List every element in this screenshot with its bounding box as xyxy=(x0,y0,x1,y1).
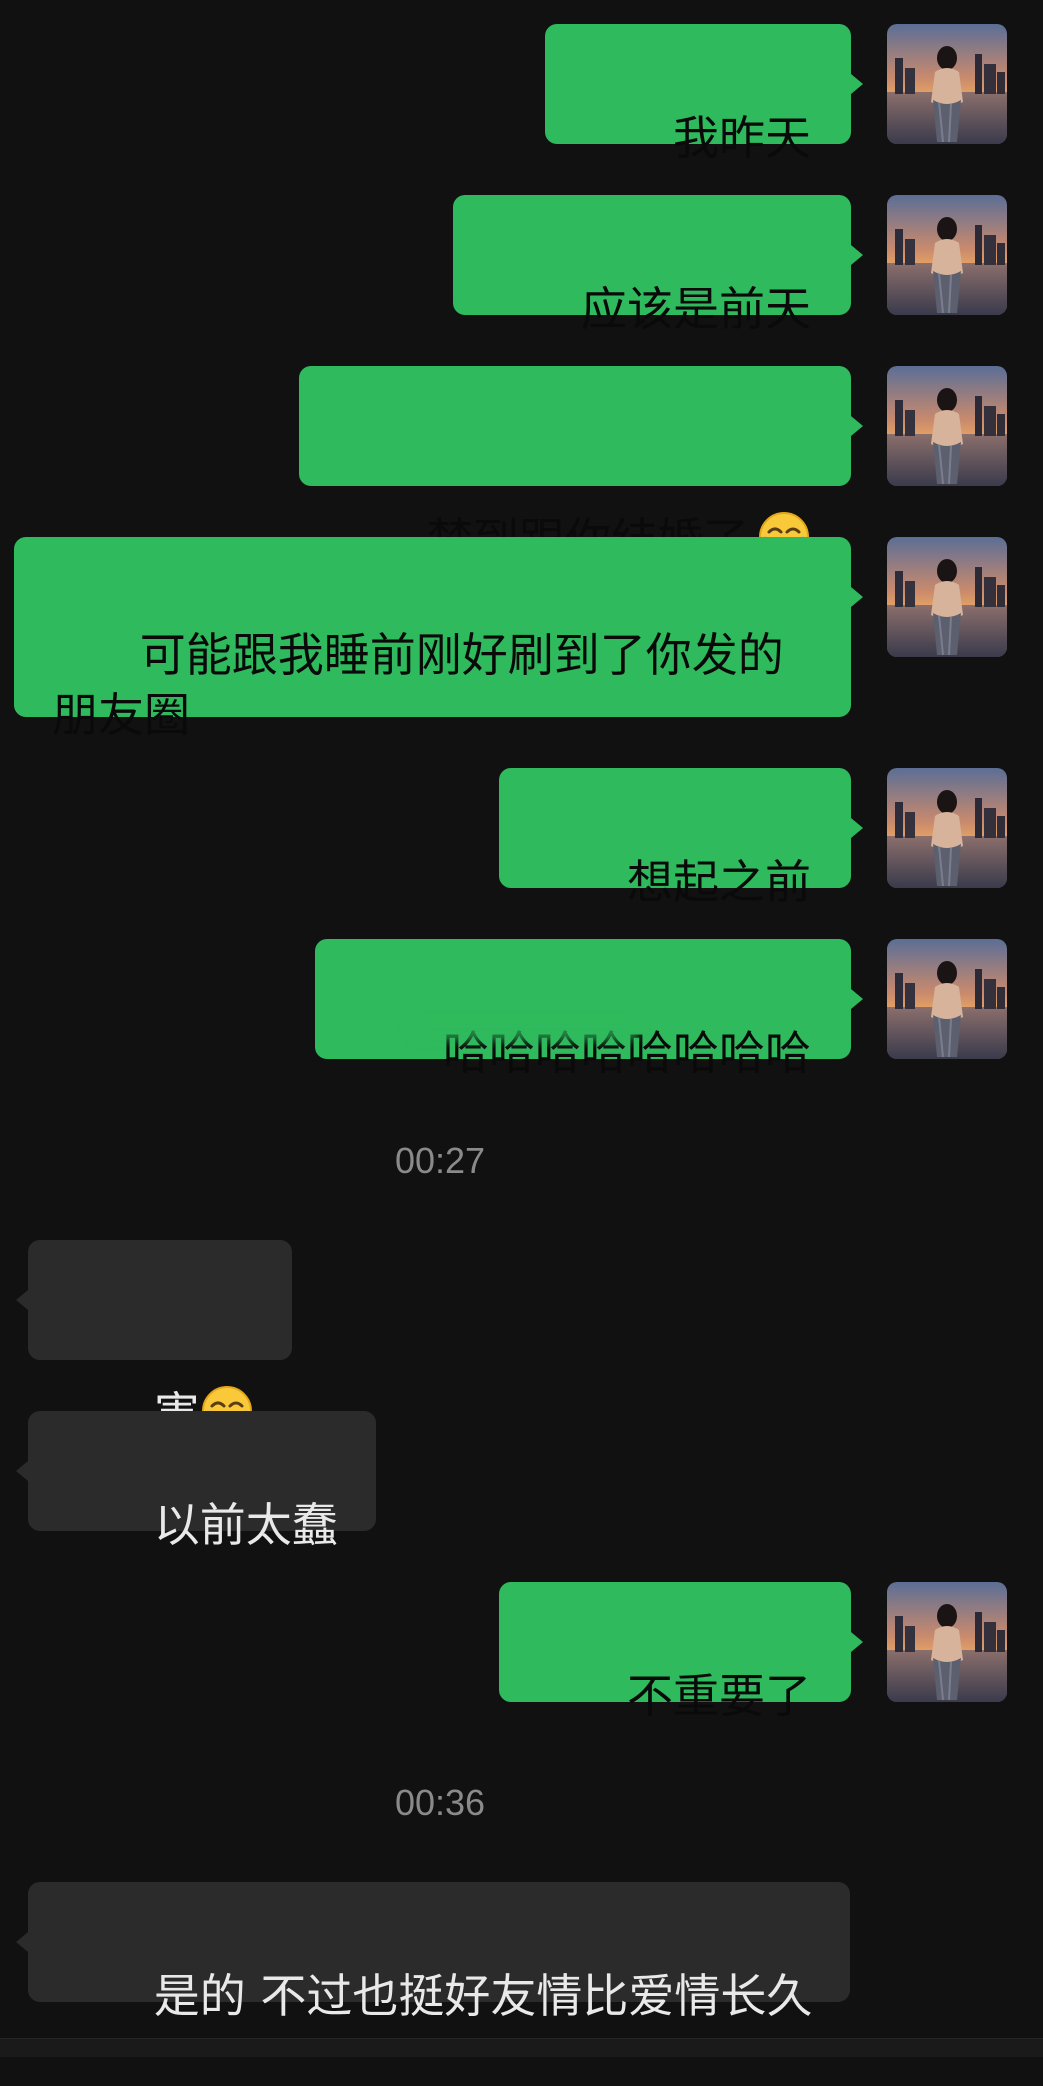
bubble-tail xyxy=(851,416,863,436)
bubble-tail xyxy=(851,245,863,265)
message-text: 是的 不过也挺好友情比爱情长久 xyxy=(153,1969,813,2023)
message-text: 可能跟我睡前刚好刷到了你发的朋友圈 xyxy=(52,628,784,742)
message-row-incoming: 害 xyxy=(0,1240,1043,1441)
input-bar-edge xyxy=(0,2038,1043,2057)
avatar[interactable] xyxy=(887,939,1007,1059)
avatar[interactable] xyxy=(887,1582,1007,1702)
message-bubble-incoming[interactable]: 是的 不过也挺好友情比爱情长久 xyxy=(28,1882,851,2023)
bubble-tail xyxy=(16,1461,28,1481)
message-row-outgoing: 想起之前 xyxy=(0,768,1043,909)
avatar[interactable] xyxy=(887,195,1007,315)
message-bubble-outgoing[interactable]: 我昨天 xyxy=(545,24,851,165)
message-bubble-outgoing[interactable]: 应该是前天 xyxy=(453,195,851,336)
blur-overlay xyxy=(410,1019,640,1041)
avatar[interactable] xyxy=(887,24,1007,144)
avatar[interactable] xyxy=(887,537,1007,657)
message-bubble-incoming[interactable]: 以前太蠢 xyxy=(28,1411,376,1552)
bubble-tail xyxy=(16,1932,28,1952)
timestamp: 00:27 xyxy=(394,1140,486,1181)
face-with-tears-of-joy-icon xyxy=(757,450,811,562)
bubble-tail xyxy=(851,818,863,838)
bubble-tail xyxy=(851,587,863,607)
timestamp: 00:36 xyxy=(394,1782,486,1823)
message-text: 想起之前 xyxy=(627,855,811,909)
bubble-tail xyxy=(16,1290,28,1310)
message-row-outgoing: 我昨天 xyxy=(0,24,1043,165)
message-row-outgoing: 梦到跟你结婚了 xyxy=(0,366,1043,567)
message-bubble-incoming[interactable]: 害 xyxy=(28,1240,292,1441)
message-bubble-outgoing[interactable]: 不重要了 xyxy=(499,1582,851,1723)
message-text: 不重要了 xyxy=(627,1669,811,1723)
message-text: 应该是前天 xyxy=(581,282,811,336)
message-row-outgoing: 哈哈哈哈哈哈哈哈 xyxy=(0,939,1043,1080)
bubble-tail xyxy=(851,989,863,1009)
message-row-incoming: 以前太蠢 xyxy=(0,1411,1043,1552)
chat-view: 我昨天 应该是前天 可能跟我睡前刚好刷到了你发的朋友圈 想起之前 哈哈哈哈哈哈哈… xyxy=(0,0,1043,2057)
message-text: 我昨天 xyxy=(673,111,811,165)
message-bubble-outgoing[interactable]: 想起之前 xyxy=(499,768,851,909)
bubble-tail xyxy=(851,1632,863,1652)
bubble-tail xyxy=(851,74,863,94)
avatar[interactable] xyxy=(887,366,1007,486)
message-row-outgoing: 应该是前天 xyxy=(0,195,1043,336)
face-with-tears-of-joy-icon xyxy=(200,1324,254,1436)
message-text: 以前太蠢 xyxy=(153,1498,338,1552)
message-bubble-outgoing[interactable]: 哈哈哈哈哈哈哈哈 xyxy=(315,939,851,1080)
avatar[interactable] xyxy=(887,768,1007,888)
message-bubble-outgoing[interactable]: 梦到跟你结婚了 xyxy=(299,366,851,567)
message-row-outgoing: 不重要了 xyxy=(0,1582,1043,1723)
message-row-outgoing: 可能跟我睡前刚好刷到了你发的朋友圈 xyxy=(0,537,1043,742)
message-bubble-outgoing[interactable]: 可能跟我睡前刚好刷到了你发的朋友圈 xyxy=(14,537,851,742)
message-row-incoming: 是的 不过也挺好友情比爱情长久 xyxy=(0,1882,1043,2023)
